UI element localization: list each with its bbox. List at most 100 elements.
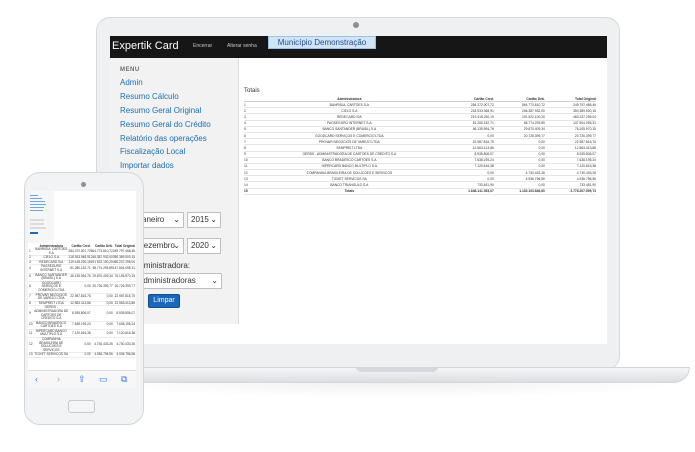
chevron-down-icon: ⌄ <box>210 241 217 250</box>
phone-clear-button[interactable] <box>30 232 38 234</box>
phone-filter-field[interactable] <box>30 219 44 221</box>
row-administradora: GOODCARD SERVIÇOS E COMERCIO LTDA <box>34 281 69 294</box>
table-row: 9 GERDS - ADMINISTRADORA DE CARTOES DE CR… <box>29 305 135 322</box>
back-icon[interactable]: ‹ <box>35 373 38 385</box>
row-cartao-deb: 68.774.293,89 <box>90 264 113 274</box>
row-cartao-deb: 191.922.100,20 <box>90 259 113 266</box>
row-cartao-deb: 29.870.409,34 <box>90 273 113 282</box>
laptop-camera <box>353 22 359 28</box>
row-cartao-deb: 4.730.433,26 <box>90 337 113 354</box>
row-cartao-cred: 22.987.816,75 <box>68 293 91 302</box>
tabs-icon[interactable]: ⧉ <box>121 373 127 385</box>
phone-menu-item[interactable] <box>30 210 43 211</box>
phone-filter-field[interactable] <box>30 223 44 225</box>
phone-menu-item[interactable] <box>30 207 44 208</box>
table-row: 12 COMPANHIA BRASILEIRA DE SOLUCOES E SER… <box>29 337 135 354</box>
phone-menu-item[interactable] <box>30 195 38 196</box>
end-year-select[interactable]: 2020 ⌄ <box>187 238 221 254</box>
table-row: 15 Totais 1.648.141.053,07 1.130.103.846,60… <box>244 188 596 195</box>
start-year-value: 2015 <box>191 215 209 224</box>
laptop-base-notch <box>356 367 438 372</box>
row-cartao-cred: 0,00 <box>68 353 91 358</box>
row-cartao-deb: 0,00 <box>90 293 113 302</box>
totals-heading: Totais <box>244 88 260 94</box>
row-cartao-deb: 0,00 <box>90 305 113 322</box>
row-cartao-cred: 7.120.616,38 <box>68 329 91 339</box>
phone-sidebar <box>28 191 54 243</box>
row-cartao-deb: 20.726.399,77 <box>90 281 113 294</box>
row-cartao-deb: 0,00 <box>90 321 113 330</box>
row-administradora: TICKET SERVICOS SA <box>34 352 69 358</box>
row-cartao-cred: 0,00 <box>68 281 91 294</box>
menu-title: MENU <box>120 67 140 73</box>
row-total-original: 22.987.816,75 <box>112 293 135 302</box>
table-row: 6 GOODCARD SERVIÇOS E COMERCIO LTDA 0,00 20… <box>29 281 135 294</box>
administradora-value: Administradoras <box>138 276 196 285</box>
change-password-link[interactable]: Alterar senha <box>227 43 257 49</box>
row-total-original: 2.778.207.599,73 <box>544 188 596 195</box>
row-total-original: 4.936.796,56 <box>112 353 135 358</box>
row-cartao-cred: 219.418.230,19 <box>68 259 91 266</box>
municipality-tab[interactable]: Município Demonstração <box>268 36 376 49</box>
row-index: 15 <box>244 188 256 195</box>
row-administradora: COMPANHIA BRASILEIRA DE SOLUCOES E SERVI… <box>34 337 69 354</box>
row-total-original: 20.726.399,77 <box>112 281 135 294</box>
chevron-down-icon: ⌄ <box>210 215 217 224</box>
row-cartao-cred: 81.280.152,71 <box>68 264 91 274</box>
row-cartao-cred: 0,00 <box>68 337 91 354</box>
row-cartao-deb: 1.130.103.846,60 <box>493 188 545 195</box>
start-year-select[interactable]: 2015 ⌄ <box>187 212 221 228</box>
logout-link[interactable]: Encerrar <box>193 43 212 49</box>
row-cartao-cred: 7.638.195,24 <box>68 321 91 330</box>
forward-icon[interactable]: › <box>57 373 60 385</box>
phone-screen: Administradora Cartão Cred. Cartão Déb. … <box>28 191 136 387</box>
row-administradora: GERDS - ADMINISTRADORA DE CARTOES DE CRE… <box>34 305 69 322</box>
phone-menu-item[interactable] <box>30 198 42 199</box>
sidebar-item-resumo-geral-credito[interactable]: Resumo Geral do Crédito <box>120 120 211 129</box>
sidebar-item-relatorio-operacoes[interactable]: Relatório das operações <box>120 134 207 143</box>
laptop-screen: Expertik Card Encerrar Alterar senha Mun… <box>110 36 607 344</box>
sidebar-item-importar-dados[interactable]: Importar dados <box>120 161 174 170</box>
phone-camera <box>81 182 86 187</box>
phone-menu-item[interactable] <box>30 201 45 202</box>
row-cartao-deb: 0,00 <box>90 329 113 339</box>
phone-report-table: Administradora Cartão Cred. Cartão Déb. … <box>29 243 135 358</box>
column-header: Total Original <box>114 243 135 248</box>
phone-browser-toolbar: ‹ › ⇪ ▭ ⧉ <box>28 370 136 388</box>
sidebar-item-resumo-calculo[interactable]: Resumo Cálculo <box>120 92 179 101</box>
row-total-original: 8.935.806,07 <box>112 305 135 322</box>
chevron-down-icon: ⌄ <box>173 241 180 250</box>
administradora-select[interactable]: Administradoras ⌄ <box>134 273 222 289</box>
chevron-down-icon: ⌄ <box>211 276 218 285</box>
row-total-original: 12.563.413,86 <box>112 300 135 307</box>
bookmarks-icon[interactable]: ▭ <box>99 373 108 385</box>
phone-filter-field[interactable] <box>30 227 46 229</box>
row-administradora: PROVAR NEGOCIOS DE VAREJO LTDA <box>34 292 69 302</box>
row-administradora: PAGSEGURO INTERNET S.A <box>34 265 69 274</box>
column-header: Cartão Cred. <box>71 243 91 248</box>
row-cartao-cred: 46.135.994,76 <box>68 273 91 282</box>
report-content: Totais Administradora Cartão Cred. Cartã… <box>238 58 607 344</box>
row-total-original: 460.237.295,04 <box>112 259 135 266</box>
report-table: Administradora Cartão Cred. Cartão Déb. … <box>244 96 596 195</box>
top-navigation-bar: Expertik Card Encerrar Alterar senha Mun… <box>110 36 607 58</box>
sidebar-item-resumo-geral-original[interactable]: Resumo Geral Original <box>120 106 201 115</box>
row-cartao-cred: 1.648.141.053,07 <box>442 188 494 195</box>
row-total-original: 4.730.433,26 <box>112 337 135 354</box>
table-row: 7 PROVAR NEGOCIOS DE VAREJO LTDA 22.987.81… <box>29 292 135 302</box>
share-icon[interactable]: ⇪ <box>78 373 86 385</box>
end-year-value: 2020 <box>191 241 209 250</box>
row-total-original: 7.120.616,38 <box>112 329 135 339</box>
row-cartao-cred: 8.935.806,07 <box>68 305 91 322</box>
sidebar-item-fiscalizacao-local[interactable]: Fiscalização Local <box>120 147 185 156</box>
app-title[interactable]: Expertik Card <box>112 40 179 52</box>
phone-menu-item[interactable] <box>30 204 46 205</box>
row-cartao-deb: 4.936.796,56 <box>90 353 113 358</box>
row-total-original: 147.504.095,31 <box>112 264 135 274</box>
phone-home-button[interactable] <box>68 400 95 413</box>
row-total-original: 7.638.195,24 <box>112 321 135 330</box>
sidebar-item-admin[interactable]: Admin <box>120 78 143 87</box>
row-administradora: Totais <box>256 188 443 195</box>
table-row: 4 PAGSEGURO INTERNET S.A 81.280.152,71 68.7… <box>29 264 135 274</box>
clear-button[interactable]: Limpar <box>148 294 180 308</box>
